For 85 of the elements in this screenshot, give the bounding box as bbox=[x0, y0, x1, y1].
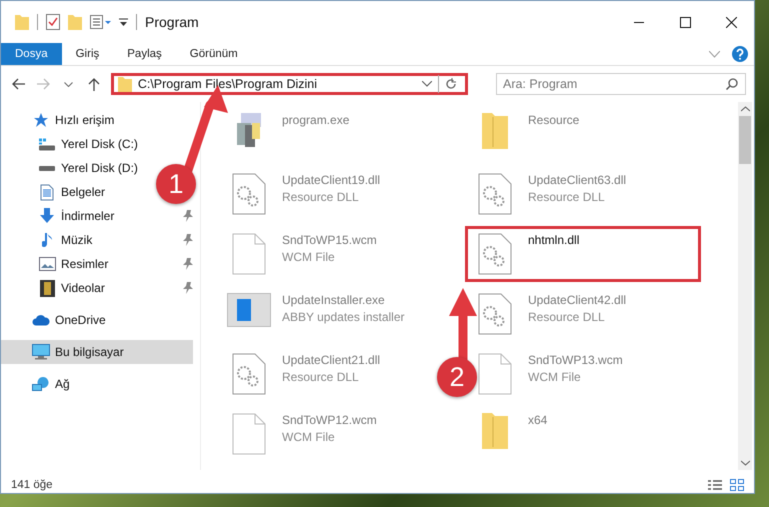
sidebar-item[interactable]: İndirmeler bbox=[1, 204, 122, 228]
checklist-icon[interactable] bbox=[46, 14, 60, 30]
right-arrow-icon bbox=[36, 78, 50, 90]
gear-file-icon bbox=[478, 173, 512, 215]
close-icon bbox=[726, 16, 736, 28]
file-type: Resource DLL bbox=[528, 190, 605, 204]
search-field[interactable]: Ara: Program bbox=[496, 73, 746, 95]
gear-file-icon bbox=[478, 293, 512, 335]
drive-icon bbox=[39, 166, 55, 170]
scroll-up-icon[interactable] bbox=[740, 106, 750, 112]
file-name[interactable]: SndToWP15.wcm bbox=[282, 233, 377, 247]
file-name[interactable]: UpdateInstaller.exe bbox=[282, 293, 385, 307]
search-icon bbox=[726, 78, 738, 90]
application-icon bbox=[237, 113, 261, 147]
sidebar-item[interactable]: OneDrive bbox=[1, 308, 114, 332]
scroll-down-icon[interactable] bbox=[740, 460, 750, 466]
left-arrow-icon bbox=[10, 78, 25, 90]
up-arrow-icon bbox=[88, 78, 100, 90]
file-type: WCM File bbox=[528, 370, 581, 384]
sidebar-item[interactable]: Resimler bbox=[1, 252, 116, 276]
cloud-icon bbox=[32, 314, 50, 326]
file-name: nhtmln.dll bbox=[528, 233, 580, 247]
installer-icon bbox=[227, 293, 271, 327]
file-name[interactable]: Resource bbox=[528, 113, 580, 127]
sidebar-item[interactable]: Bu bilgisayar bbox=[1, 340, 193, 364]
properties-icon[interactable] bbox=[90, 15, 111, 29]
sidebar-item[interactable]: Yerel Disk (C:) bbox=[1, 132, 146, 156]
chevron-down-icon bbox=[64, 82, 74, 86]
details-view-icon[interactable] bbox=[708, 480, 722, 490]
file-name[interactable]: program.exe bbox=[282, 113, 350, 127]
window-title: Program bbox=[145, 14, 200, 30]
sidebar-item[interactable]: Müzik bbox=[1, 228, 100, 252]
refresh-icon[interactable] bbox=[444, 78, 457, 90]
document-icon bbox=[40, 184, 54, 200]
file-name[interactable]: UpdateClient21.dll bbox=[282, 353, 380, 367]
gear-file-icon bbox=[478, 233, 512, 275]
blank-file-icon bbox=[232, 413, 266, 455]
ribbon-tab[interactable]: Paylaş bbox=[113, 43, 176, 65]
ribbon-tab[interactable]: Dosya bbox=[1, 43, 62, 65]
folder-icon bbox=[482, 413, 508, 449]
file-type: Resource DLL bbox=[528, 310, 605, 324]
sidebar-item[interactable]: Ağ bbox=[1, 372, 78, 396]
file-type: WCM File bbox=[282, 430, 335, 444]
sidebar-item[interactable]: Hızlı erişim bbox=[1, 108, 122, 132]
folder-icon bbox=[118, 76, 132, 92]
gear-file-icon bbox=[232, 173, 266, 215]
address-bar[interactable]: C:\Program Files\Program Dizini bbox=[110, 73, 468, 95]
network-icon bbox=[32, 377, 50, 391]
file-name[interactable]: UpdateClient63.dll bbox=[528, 173, 626, 187]
file-type: WCM File bbox=[282, 250, 335, 264]
scrollbar[interactable] bbox=[738, 102, 752, 470]
help-icon[interactable] bbox=[732, 46, 748, 62]
file-type: Resource DLL bbox=[282, 370, 359, 384]
large-icons-view-icon[interactable] bbox=[730, 479, 744, 491]
file-name[interactable]: UpdateClient42.dll bbox=[528, 293, 626, 307]
step-number-badge: 2 bbox=[437, 357, 477, 397]
picture-icon bbox=[38, 257, 56, 271]
sidebar-item[interactable]: Yerel Disk (D:) bbox=[1, 156, 146, 180]
blank-file-icon bbox=[478, 353, 512, 395]
down-arrow-icon bbox=[39, 208, 55, 224]
ribbon-tab[interactable]: Giriş bbox=[62, 43, 114, 65]
blank-file-icon bbox=[232, 233, 266, 275]
file-name[interactable]: x64 bbox=[528, 413, 548, 427]
maximize-icon bbox=[680, 16, 690, 28]
ribbon-tab[interactable]: Görünüm bbox=[176, 43, 252, 65]
dropdown-caret-icon[interactable] bbox=[119, 18, 128, 26]
sidebar-item[interactable]: Belgeler bbox=[1, 180, 114, 204]
film-icon bbox=[40, 280, 54, 296]
file-tile[interactable]: nhtmln.dll bbox=[465, 226, 701, 282]
file-name[interactable]: UpdateClient19.dll bbox=[282, 173, 380, 187]
music-note-icon bbox=[42, 232, 52, 248]
monitor-icon bbox=[32, 344, 50, 360]
star-icon bbox=[33, 112, 49, 128]
step-number-badge: 1 bbox=[156, 164, 196, 204]
item-count: 141 öğe bbox=[11, 479, 54, 491]
file-name[interactable]: SndToWP13.wcm bbox=[528, 353, 623, 367]
drive-icon bbox=[38, 138, 56, 150]
file-type: ABBY updates installer bbox=[282, 310, 405, 324]
chevron-down-icon[interactable] bbox=[422, 81, 432, 87]
scrollbar-thumb[interactable] bbox=[739, 116, 751, 164]
gear-file-icon bbox=[232, 353, 266, 395]
folder-icon bbox=[482, 113, 508, 149]
file-name[interactable]: SndToWP12.wcm bbox=[282, 413, 377, 427]
sidebar-item[interactable]: Videolar bbox=[1, 276, 113, 300]
file-type: Resource DLL bbox=[282, 190, 359, 204]
